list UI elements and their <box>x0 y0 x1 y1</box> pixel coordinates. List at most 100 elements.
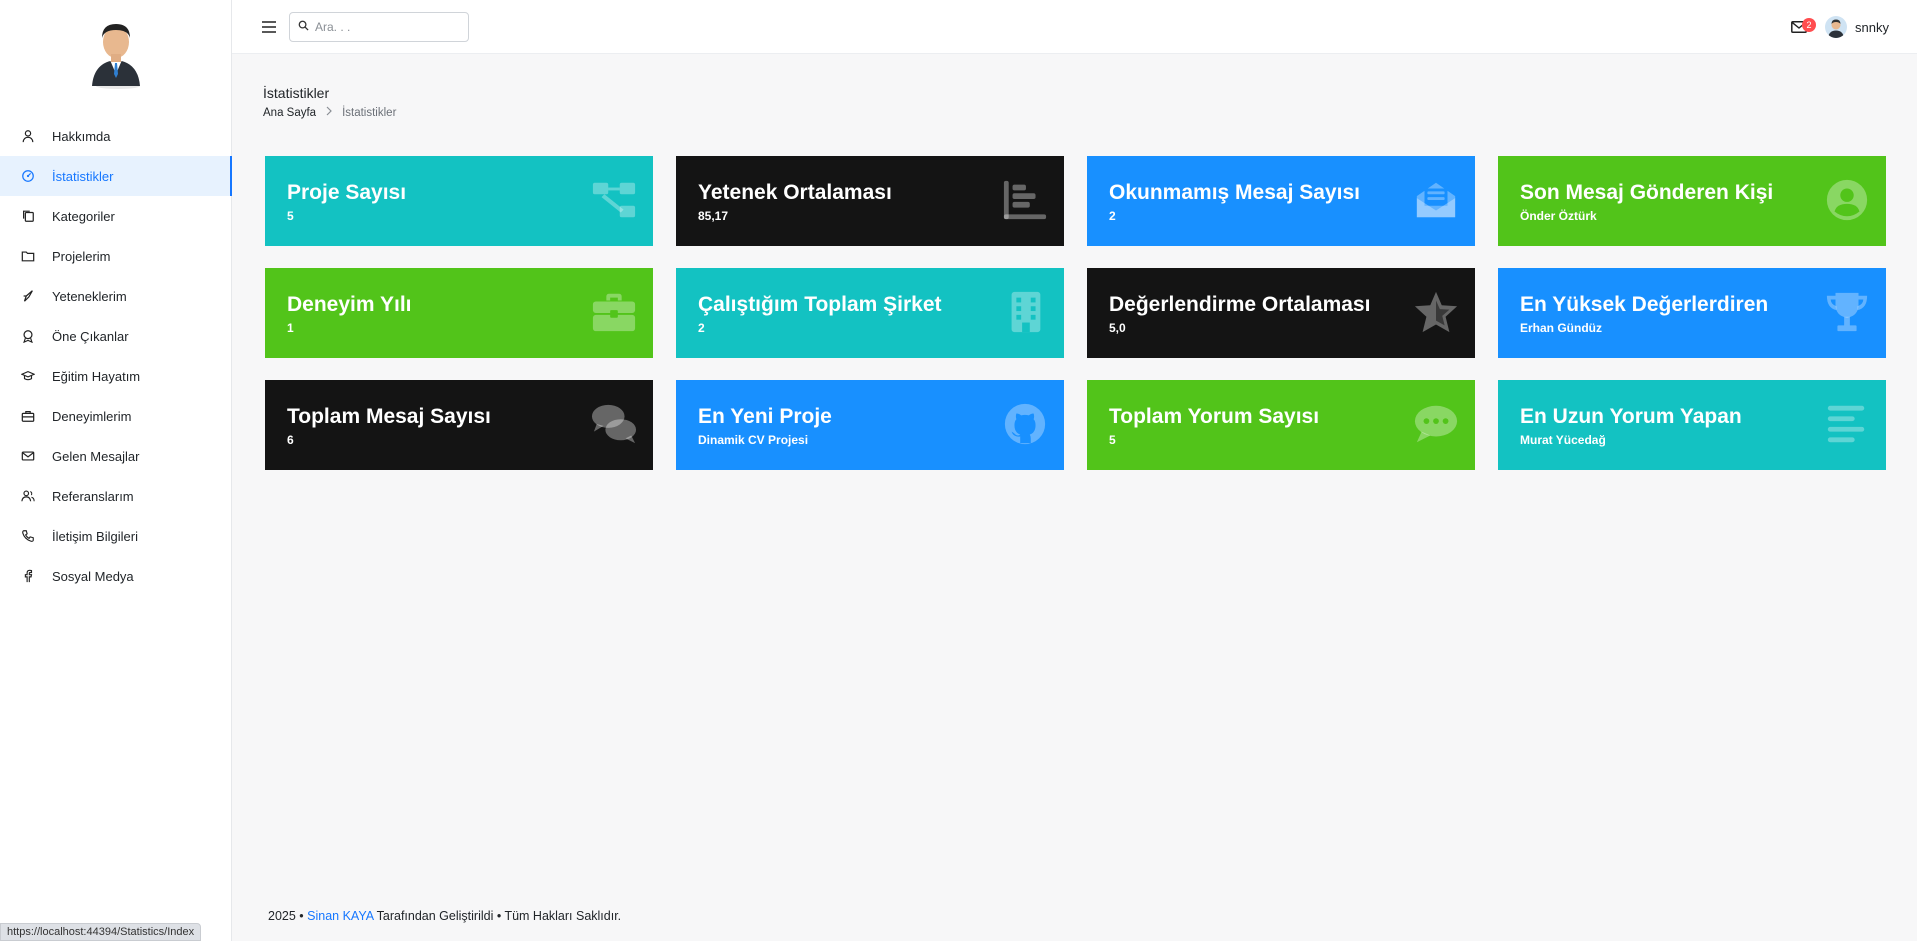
browser-status-url: https://localhost:44394/Statistics/Index <box>0 923 202 941</box>
stat-card-value: Dinamik CV Projesi <box>698 433 809 448</box>
dashboard-icon <box>20 168 36 184</box>
stat-card-value: Murat Yücedağ <box>1520 433 1606 448</box>
stat-card-value: 5 <box>1109 433 1116 448</box>
building-icon <box>1000 289 1050 335</box>
sidebar-item-egitim-hayatim[interactable]: Eğitim Hayatım <box>0 356 232 396</box>
github-icon <box>1000 401 1050 447</box>
project-tree-icon <box>589 177 639 223</box>
stat-card-en-yeni-proje: En Yeni Proje Dinamik CV Projesi <box>676 380 1064 470</box>
stat-card-title: En Yüksek Değerlerdiren <box>1520 293 1769 316</box>
hamburger-menu-icon[interactable] <box>262 20 276 33</box>
footer-prefix: 2025 • <box>268 909 308 923</box>
search-input[interactable] <box>315 20 455 34</box>
rocket-icon <box>20 288 36 304</box>
stat-card-en-uzun-yorum: En Uzun Yorum Yapan Murat Yücedağ <box>1498 380 1886 470</box>
stat-card-en-yuksek-degerlendiren: En Yüksek Değerlerdiren Erhan Gündüz <box>1498 268 1886 358</box>
stat-card-title: Toplam Yorum Sayısı <box>1109 405 1320 428</box>
stat-card-title: Yetenek Ortalaması <box>698 181 892 204</box>
stat-card-title: Son Mesaj Gönderen Kişi <box>1520 181 1774 204</box>
user-icon <box>20 128 36 144</box>
breadcrumb-home-link[interactable]: Ana Sayfa <box>263 107 316 119</box>
sidebar-item-gelen-mesajlar[interactable]: Gelen Mesajlar <box>0 436 232 476</box>
align-left-icon <box>1822 401 1872 447</box>
stat-card-title: Değerlendirme Ortalaması <box>1109 293 1371 316</box>
stat-card-value: 2 <box>1109 209 1116 224</box>
stat-card-title: En Yeni Proje <box>698 405 832 428</box>
sidebar-item-projelerim[interactable]: Projelerim <box>0 236 232 276</box>
briefcase-icon <box>589 289 639 335</box>
mail-count-badge: 2 <box>1802 18 1817 32</box>
stat-card-value: 2 <box>698 321 705 336</box>
footer-suffix: Tarafından Geliştirildi • Tüm Hakları Sa… <box>373 909 622 923</box>
top-header: 2 snnky <box>232 0 1917 54</box>
profile-avatar-image <box>84 16 148 90</box>
sidebar-item-label: Öne Çıkanlar <box>52 328 129 344</box>
facebook-icon <box>20 568 36 584</box>
sidebar-item-label: Eğitim Hayatım <box>52 368 141 384</box>
sidebar-item-label: Referanslarım <box>52 488 134 504</box>
username-label[interactable]: snnky <box>1855 20 1889 35</box>
stat-card-title: Çalıştığım Toplam Şirket <box>698 293 942 316</box>
sidebar-menu: Hakkımda İstatistikler Kategoriler Proje… <box>0 116 232 596</box>
sidebar-item-label: İletişim Bilgileri <box>52 528 138 544</box>
stat-card-toplam-yorum: Toplam Yorum Sayısı 5 <box>1087 380 1475 470</box>
sidebar-item-label: Yeteneklerim <box>52 288 127 304</box>
sidebar-item-yeteneklerim[interactable]: Yeteneklerim <box>0 276 232 316</box>
header-actions: 2 snnky <box>1791 16 1889 38</box>
sidebar-item-label: Projelerim <box>52 248 111 264</box>
stat-card-son-mesaj-gonderen: Son Mesaj Gönderen Kişi Önder Öztürk <box>1498 156 1886 246</box>
mail-notification-button[interactable]: 2 <box>1791 18 1817 34</box>
stat-card-value: 6 <box>287 433 294 448</box>
stat-card-value: 1 <box>287 321 294 336</box>
sidebar: Hakkımda İstatistikler Kategoriler Proje… <box>0 0 232 941</box>
stat-card-title: Deneyim Yılı <box>287 293 412 316</box>
stat-card-title: Proje Sayısı <box>287 181 407 204</box>
breadcrumb: Ana Sayfa İstatistikler <box>263 106 396 119</box>
stat-card-title: En Uzun Yorum Yapan <box>1520 405 1742 428</box>
search-icon <box>298 18 315 36</box>
stat-card-value: 85,17 <box>698 209 729 224</box>
stat-card-yetenek-ortalamasi: Yetenek Ortalaması 85,17 <box>676 156 1064 246</box>
sidebar-item-one-cikanlar[interactable]: Öne Çıkanlar <box>0 316 232 356</box>
sidebar-item-sosyal-medya[interactable]: Sosyal Medya <box>0 556 232 596</box>
sidebar-item-istatistikler[interactable]: İstatistikler <box>0 156 232 196</box>
sidebar-item-hakkimda[interactable]: Hakkımda <box>0 116 232 156</box>
sidebar-item-label: Kategoriler <box>52 208 115 224</box>
sidebar-item-label: İstatistikler <box>52 168 114 184</box>
search-box[interactable] <box>289 12 469 42</box>
sidebar-item-label: Hakkımda <box>52 128 111 144</box>
stat-card-value: Erhan Gündüz <box>1520 321 1602 336</box>
phone-icon <box>20 528 36 544</box>
sidebar-item-label: Gelen Mesajlar <box>52 448 140 464</box>
sidebar-item-deneyimlerim[interactable]: Deneyimlerim <box>0 396 232 436</box>
page-title: İstatistikler <box>263 85 330 101</box>
sidebar-item-label: Sosyal Medya <box>52 568 134 584</box>
badge-icon <box>20 328 36 344</box>
sidebar-item-label: Deneyimlerim <box>52 408 132 424</box>
stat-card-calistigim-sirket: Çalıştığım Toplam Şirket 2 <box>676 268 1064 358</box>
stat-card-okunmamis-mesaj: Okunmamış Mesaj Sayısı 2 <box>1087 156 1475 246</box>
stat-card-deneyim-yili: Deneyim Yılı 1 <box>265 268 653 358</box>
stat-card-title: Toplam Mesaj Sayısı <box>287 405 491 428</box>
copy-icon <box>20 208 36 224</box>
footer-author-link[interactable]: Sinan KAYA <box>307 909 373 923</box>
star-icon <box>1411 289 1461 335</box>
briefcase-icon <box>20 408 36 424</box>
bar-chart-icon <box>1000 177 1050 223</box>
graduation-icon <box>20 368 36 384</box>
stat-card-value: 5 <box>287 209 294 224</box>
user-circle-icon <box>1822 177 1872 223</box>
breadcrumb-current: İstatistikler <box>342 106 397 119</box>
envelope-open-icon <box>1411 177 1461 223</box>
stat-card-title: Okunmamış Mesaj Sayısı <box>1109 181 1360 204</box>
stat-card-toplam-mesaj: Toplam Mesaj Sayısı 6 <box>265 380 653 470</box>
sidebar-item-referanslarim[interactable]: Referanslarım <box>0 476 232 516</box>
mail-icon <box>20 448 36 464</box>
sidebar-item-kategoriler[interactable]: Kategoriler <box>0 196 232 236</box>
sidebar-item-iletisim-bilgileri[interactable]: İletişim Bilgileri <box>0 516 232 556</box>
stat-card-value: Önder Öztürk <box>1520 209 1597 224</box>
chevron-right-icon <box>326 106 332 119</box>
trophy-icon <box>1822 289 1872 335</box>
user-avatar[interactable] <box>1825 16 1848 38</box>
comment-dots-icon <box>1411 401 1461 447</box>
